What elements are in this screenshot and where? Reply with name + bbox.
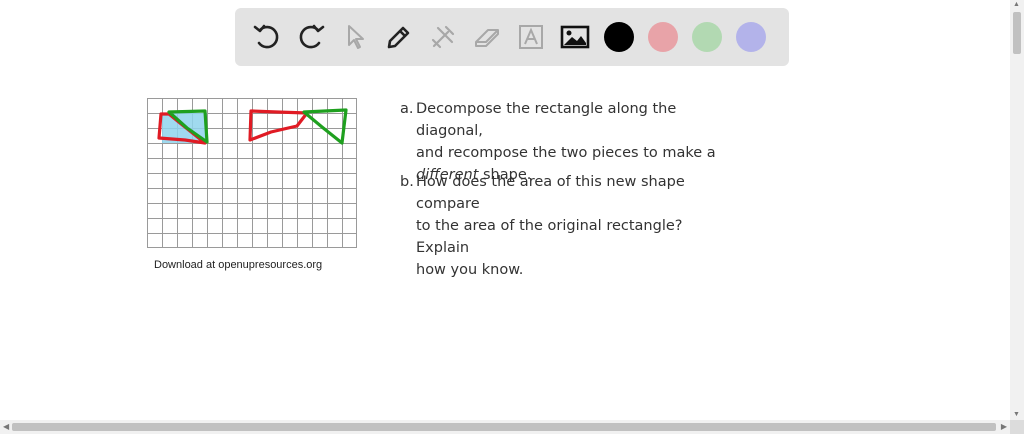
color-swatch-purple xyxy=(736,22,766,52)
green-recomposed-piece xyxy=(302,108,348,145)
scrollbar-corner xyxy=(1010,420,1024,434)
horizontal-scroll-thumb[interactable] xyxy=(12,423,996,431)
grid-figure[interactable] xyxy=(147,98,359,255)
tools-icon xyxy=(431,25,455,49)
text-icon xyxy=(519,25,543,49)
color-swatch-black xyxy=(604,22,634,52)
undo-icon xyxy=(253,24,279,49)
question-a-line1: Decompose the rectangle along the diagon… xyxy=(416,101,677,139)
redo-button[interactable] xyxy=(289,15,333,59)
select-button[interactable] xyxy=(333,15,377,59)
color-purple-button[interactable] xyxy=(729,15,773,59)
question-b-line2: to the area of the original rectangle? E… xyxy=(416,218,683,256)
color-pink-button[interactable] xyxy=(641,15,685,59)
redo-icon xyxy=(299,24,325,49)
question-b-letter: b. xyxy=(400,174,414,190)
image-button[interactable] xyxy=(553,15,597,59)
question-a-line2: and recompose the two pieces to make a xyxy=(416,145,716,161)
red-recomposed-piece xyxy=(248,109,309,142)
color-green-button[interactable] xyxy=(685,15,729,59)
tools-button[interactable] xyxy=(421,15,465,59)
scroll-left-icon[interactable]: ◀ xyxy=(3,422,9,431)
question-b: b. How does the area of this new shape c… xyxy=(400,171,720,281)
drawing-toolbar xyxy=(235,8,789,66)
vertical-scrollbar[interactable]: ▲ ▼ xyxy=(1010,0,1024,420)
undo-button[interactable] xyxy=(245,15,289,59)
horizontal-scrollbar[interactable]: ◀ ▶ xyxy=(0,420,1010,434)
color-swatch-green xyxy=(692,22,722,52)
vertical-scroll-thumb[interactable] xyxy=(1013,12,1021,54)
color-swatch-pink xyxy=(648,22,678,52)
eraser-button[interactable] xyxy=(465,15,509,59)
select-arrow-icon xyxy=(348,25,364,49)
scroll-up-icon[interactable]: ▲ xyxy=(1013,1,1020,8)
image-icon xyxy=(560,25,590,49)
pen-icon xyxy=(387,26,410,49)
pen-button[interactable] xyxy=(377,15,421,59)
scroll-right-icon[interactable]: ▶ xyxy=(1001,422,1007,431)
question-b-line3: how you know. xyxy=(416,262,524,278)
color-black-button[interactable] xyxy=(597,15,641,59)
text-button[interactable] xyxy=(509,15,553,59)
grid-with-drawings xyxy=(147,98,357,248)
eraser-icon xyxy=(475,29,499,47)
scroll-down-icon[interactable]: ▼ xyxy=(1013,411,1020,418)
question-a-letter: a. xyxy=(400,101,414,117)
download-caption: Download at openupresources.org xyxy=(154,259,323,271)
question-b-line1: How does the area of this new shape comp… xyxy=(416,174,685,212)
